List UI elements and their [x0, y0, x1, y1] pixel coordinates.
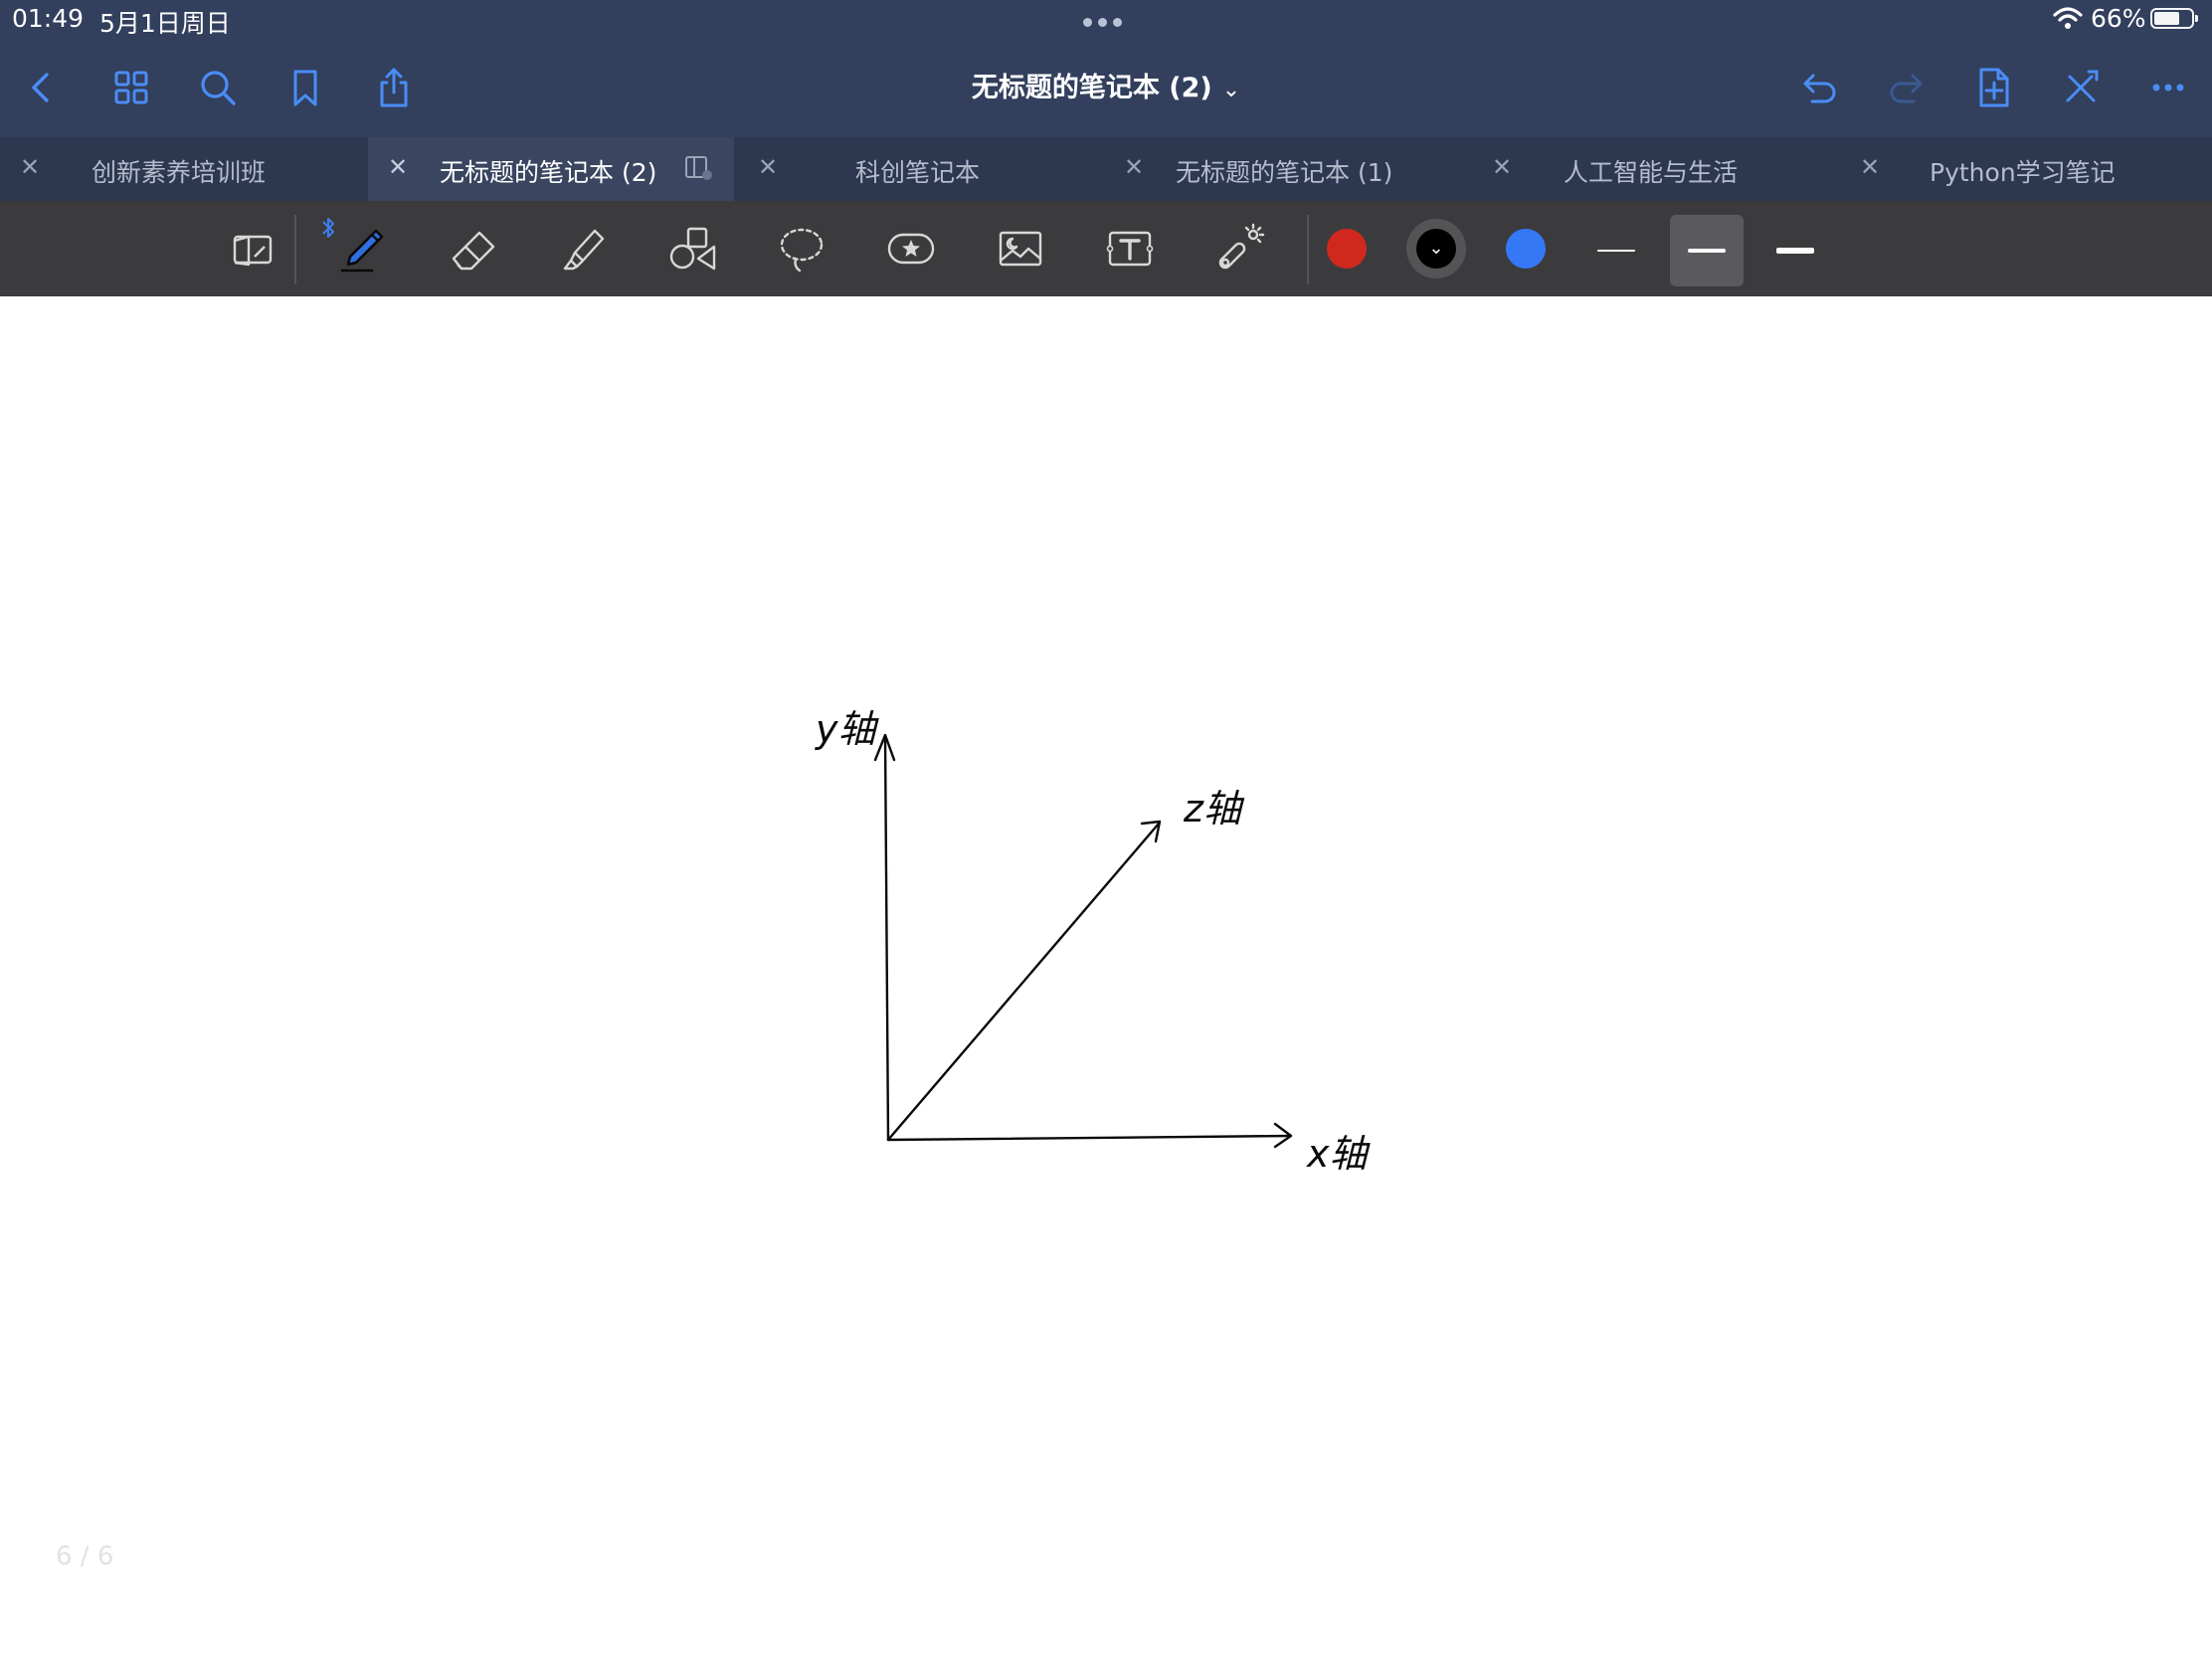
tab-item[interactable]: ✕ 无标题的笔记本 (1) — [1104, 137, 1472, 201]
tab-label: 无标题的笔记本 (2) — [440, 158, 657, 187]
close-toolbar-icon[interactable] — [2053, 60, 2109, 115]
note-canvas[interactable]: y轴 z轴 x轴 6 / 6 — [0, 296, 2212, 1659]
tab-label: Python学习笔记 — [1930, 158, 2116, 187]
chevron-down-icon: ⌄ — [1221, 78, 1241, 102]
close-tab-icon[interactable]: ✕ — [1860, 153, 1880, 181]
color-swatch-blue[interactable] — [1506, 229, 1546, 269]
tab-item[interactable]: ✕ 人工智能与生活 — [1472, 137, 1840, 201]
z-axis-line — [886, 822, 1161, 1142]
eraser-icon[interactable] — [442, 217, 505, 280]
notebook-title-text: 无标题的笔记本 (2) — [971, 73, 1212, 103]
close-tab-icon[interactable]: ✕ — [20, 153, 40, 181]
read-only-mode-icon[interactable] — [221, 217, 284, 280]
navigation-bar: 无标题的笔记本 (2) ⌄ — [0, 40, 2212, 137]
stroke-width-thin[interactable] — [1579, 215, 1653, 286]
add-page-icon[interactable] — [1965, 60, 2021, 115]
close-tab-icon[interactable]: ✕ — [388, 153, 408, 181]
highlighter-icon[interactable] — [551, 217, 615, 280]
stroke-width-medium[interactable] — [1670, 215, 1744, 286]
stroke-width-thick[interactable] — [1758, 215, 1832, 286]
text-icon[interactable] — [1098, 217, 1162, 280]
tab-label: 无标题的笔记本 (1) — [1176, 158, 1393, 187]
redo-icon[interactable] — [1878, 60, 1934, 115]
laser-pointer-icon[interactable] — [1207, 217, 1271, 280]
handwritten-drawing: y轴 z轴 x轴 — [815, 707, 1371, 1176]
battery-icon — [2150, 8, 2198, 29]
status-time: 01:49 — [12, 4, 85, 33]
close-tab-icon[interactable]: ✕ — [1124, 153, 1144, 181]
tab-bar: ✕ 创新素养培训班 ✕ 无标题的笔记本 (2) ✕ 科创笔记本 ✕ 无标题的笔记… — [0, 137, 2212, 201]
pen-icon[interactable] — [332, 217, 396, 280]
wifi-icon — [2053, 7, 2083, 29]
color-swatch-black-selected[interactable]: ⌄ — [1406, 219, 1466, 278]
shapes-icon[interactable] — [660, 217, 724, 280]
y-axis-label: y轴 — [815, 707, 879, 751]
x-axis-line — [886, 1134, 1292, 1142]
chevron-down-icon: ⌄ — [1416, 229, 1456, 269]
tab-label: 创新素养培训班 — [92, 158, 267, 187]
tab-item[interactable]: ✕ 科创笔记本 — [736, 137, 1104, 201]
tab-item[interactable]: ✕ Python学习笔记 — [1840, 137, 2212, 201]
tab-label: 人工智能与生活 — [1564, 158, 1739, 187]
undo-icon[interactable] — [1792, 60, 1848, 115]
split-view-icon[interactable] — [684, 154, 714, 182]
status-date: 5月1日周日 — [99, 9, 231, 38]
close-tab-icon[interactable]: ✕ — [1492, 153, 1512, 181]
lasso-icon[interactable] — [770, 217, 833, 280]
page-indicator: 6 / 6 — [56, 1542, 114, 1571]
battery-percent: 66% — [2091, 4, 2146, 33]
tab-item[interactable]: ✕ 创新素养培训班 — [0, 137, 368, 201]
tab-item-active[interactable]: ✕ 无标题的笔记本 (2) — [368, 137, 734, 201]
drawing-toolbar: ⌄ — [0, 201, 2212, 296]
y-axis-line — [883, 736, 890, 1142]
multitasking-dots-icon[interactable] — [1083, 18, 1122, 27]
status-bar: 01:49 5月1日周日 66% — [0, 0, 2212, 40]
color-swatch-red[interactable] — [1327, 229, 1367, 269]
close-tab-icon[interactable]: ✕ — [758, 153, 778, 181]
tab-label: 科创笔记本 — [855, 158, 981, 187]
elements-icon[interactable] — [879, 217, 943, 280]
more-icon[interactable] — [2140, 60, 2196, 115]
image-icon[interactable] — [989, 217, 1052, 280]
x-axis-label: x轴 — [1306, 1132, 1371, 1176]
z-axis-label: z轴 — [1183, 787, 1245, 830]
